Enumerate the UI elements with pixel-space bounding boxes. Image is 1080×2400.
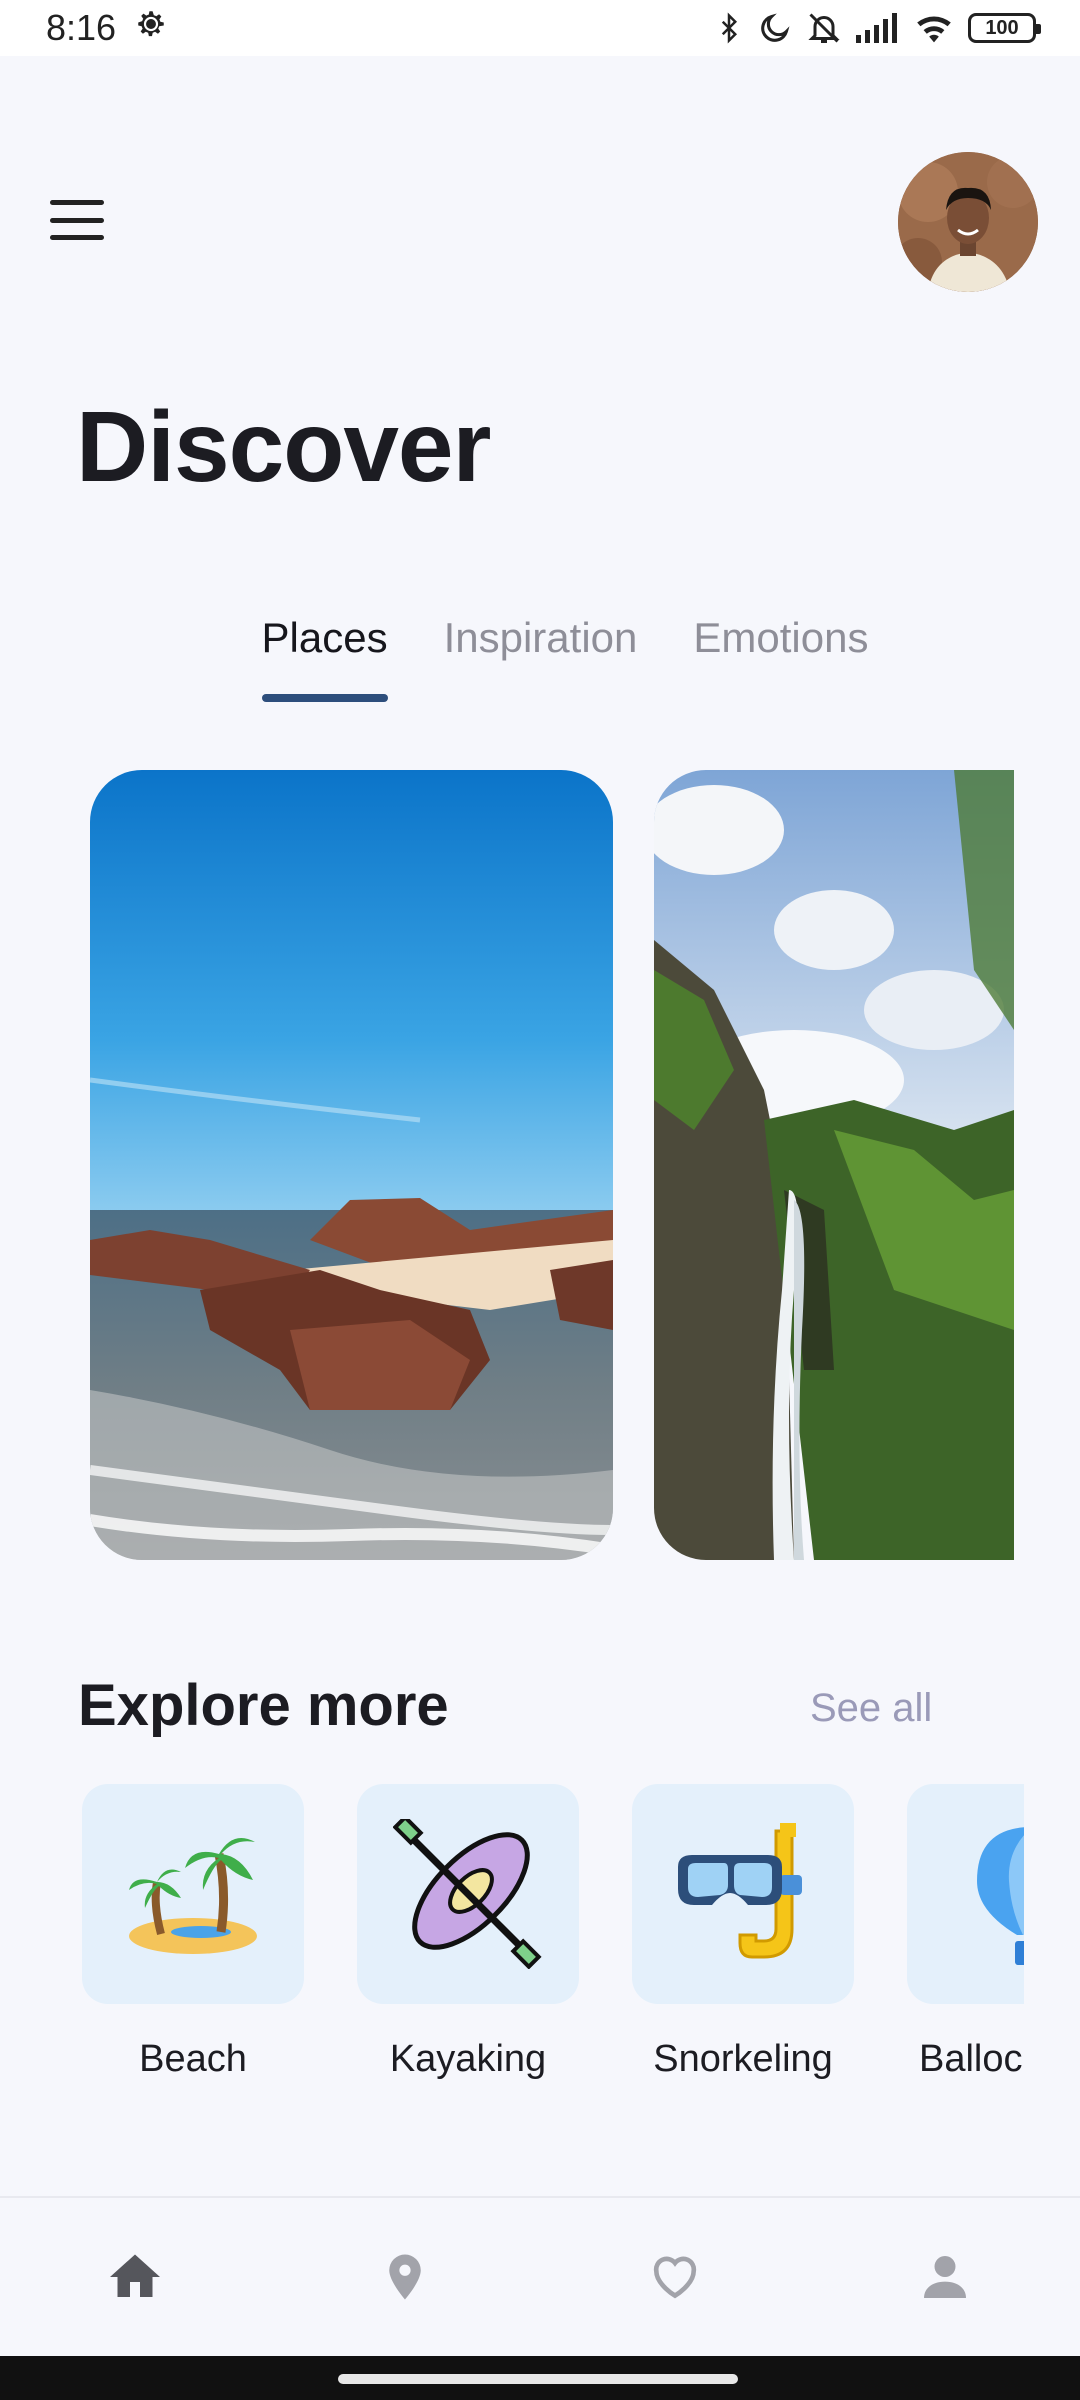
- beach-palm-icon: [82, 1784, 304, 2004]
- category-kayaking[interactable]: Kayaking: [357, 1784, 579, 2081]
- explore-categories: Beach Kayaking Snorkeling Balloc: [0, 1784, 1024, 2084]
- status-time: 8:16: [46, 7, 117, 48]
- settings-gear-icon: [134, 7, 168, 50]
- category-balloon[interactable]: Balloc: [907, 1784, 1024, 2081]
- status-bar: 8:16 100: [0, 0, 1080, 56]
- category-label: Balloc: [919, 2038, 1023, 2080]
- battery-icon: 100: [968, 13, 1041, 43]
- do-not-disturb-moon-icon: [758, 11, 792, 45]
- category-label: Snorkeling: [653, 2038, 833, 2080]
- signal-icon: [856, 13, 900, 43]
- nav-favorites[interactable]: [615, 2227, 735, 2327]
- see-all-link[interactable]: See all: [810, 1686, 932, 1731]
- page-title: Discover: [76, 391, 491, 503]
- place-card-waterfall[interactable]: [654, 770, 1014, 1560]
- nav-home[interactable]: [75, 2227, 195, 2327]
- category-label: Beach: [139, 2038, 247, 2080]
- heart-icon: [653, 2256, 697, 2299]
- wifi-icon: [914, 12, 954, 44]
- hamburger-menu-icon[interactable]: [50, 200, 104, 240]
- bottom-navigation: [0, 2196, 1080, 2356]
- status-right: 100: [714, 10, 1041, 46]
- tab-emotions[interactable]: Emotions: [693, 610, 868, 710]
- nav-profile[interactable]: [885, 2227, 1005, 2327]
- category-tabs: Places Inspiration Emotions: [0, 610, 1080, 710]
- muted-bell-icon: [806, 10, 842, 46]
- places-carousel: [0, 770, 1080, 1560]
- location-pin-icon: [389, 2254, 421, 2300]
- tab-places[interactable]: Places: [261, 610, 388, 710]
- home-gesture-bar[interactable]: [338, 2374, 738, 2384]
- bluetooth-icon: [714, 10, 744, 46]
- category-snorkeling[interactable]: Snorkeling: [632, 1784, 854, 2081]
- home-icon: [110, 2254, 160, 2297]
- user-profile-icon: [924, 2256, 966, 2298]
- category-beach[interactable]: Beach: [82, 1784, 304, 2081]
- category-label: Kayaking: [389, 2038, 547, 2080]
- profile-avatar[interactable]: [898, 152, 1038, 292]
- tab-inspiration[interactable]: Inspiration: [444, 610, 638, 710]
- place-card-beach-rocks[interactable]: [90, 770, 613, 1560]
- nav-location[interactable]: [345, 2227, 465, 2327]
- explore-more-title: Explore more: [78, 1673, 449, 1738]
- hot-air-balloon-icon: [907, 1784, 1024, 2004]
- kayak-icon: [357, 1784, 579, 2004]
- snorkel-mask-icon: [632, 1784, 854, 2004]
- status-left: 8:16: [46, 7, 168, 50]
